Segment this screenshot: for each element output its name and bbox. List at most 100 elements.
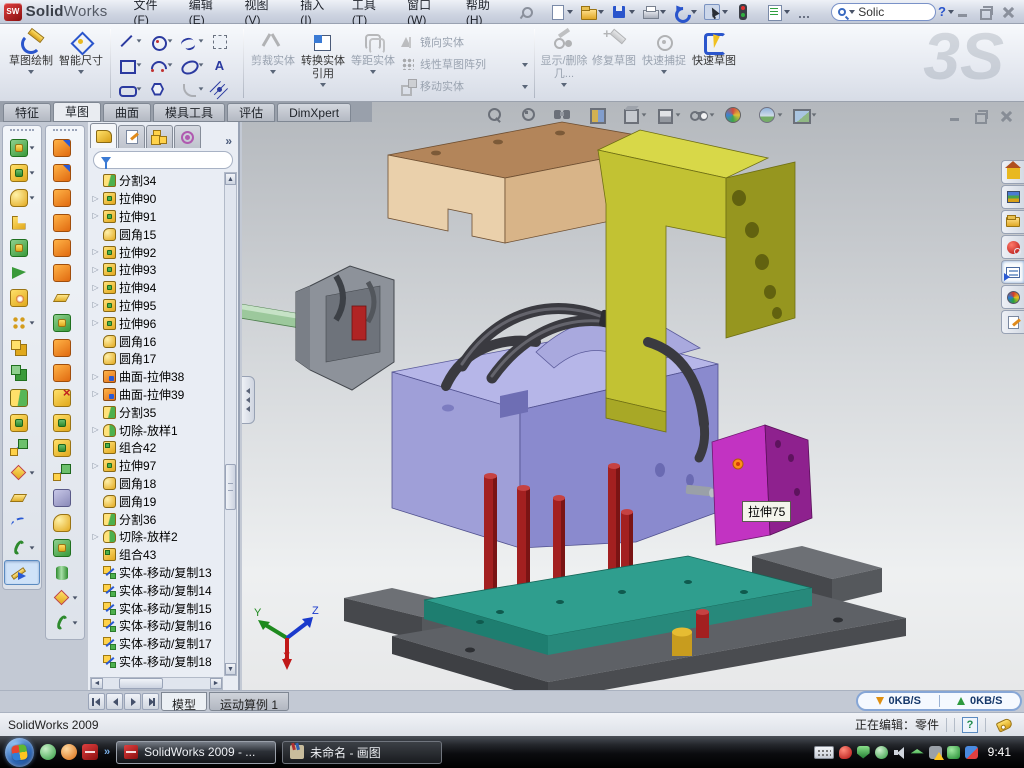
custom-properties-tab[interactable] xyxy=(1001,310,1024,334)
input-method-icon[interactable] xyxy=(814,746,834,759)
last-tab-button[interactable] xyxy=(142,693,159,710)
swept-surface-button[interactable] xyxy=(47,185,83,210)
expand-arrow-icon[interactable]: ▷ xyxy=(91,265,100,275)
tree-item[interactable]: ▷ 圆角18 xyxy=(90,475,223,493)
dimxpertmanager-tab[interactable] xyxy=(174,125,201,148)
offset-entities-button[interactable]: 等距实体 xyxy=(348,27,398,100)
move-copy-body-button[interactable] xyxy=(4,435,40,460)
doc-minimize-button[interactable] xyxy=(948,109,964,123)
tree-item[interactable]: ▷ 实体-移动/复制15 xyxy=(90,599,223,617)
lofted-surface-button[interactable] xyxy=(47,210,83,235)
knit-surface-button[interactable] xyxy=(47,485,83,510)
previous-tab-button[interactable] xyxy=(106,693,123,710)
extruded-boss-button[interactable] xyxy=(4,135,40,160)
spline-tool-button[interactable] xyxy=(181,34,204,49)
sketch-picture-button[interactable] xyxy=(212,34,235,49)
task-solidworks[interactable]: SolidWorks 2009 - ... xyxy=(116,741,276,764)
part-locating-pin[interactable] xyxy=(696,609,709,638)
surface-spline-button[interactable] xyxy=(47,610,83,635)
panel-overflow-chevron[interactable]: » xyxy=(221,134,236,148)
scroll-up-icon[interactable]: ▲ xyxy=(225,173,236,185)
tree-filter-bar[interactable] xyxy=(93,151,233,169)
trim-entities-button[interactable]: 剪裁实体 xyxy=(248,27,298,100)
tree-item[interactable]: ▷ 组合43 xyxy=(90,546,223,564)
open-button[interactable] xyxy=(578,2,606,22)
trim-surface-button[interactable] xyxy=(47,510,83,535)
solidworks-resources-tab[interactable] xyxy=(1001,160,1024,184)
antivirus-shield-icon[interactable] xyxy=(857,746,870,759)
menu-item[interactable]: 编辑(E) xyxy=(189,0,225,27)
solidworks-search-tab[interactable] xyxy=(1001,235,1024,259)
part-slide-block[interactable] xyxy=(712,425,812,545)
panel-splitter-handle[interactable] xyxy=(242,376,255,424)
expand-arrow-icon[interactable]: ▷ xyxy=(91,211,100,221)
move-entities-button[interactable]: 移动实体 xyxy=(398,75,530,97)
offset-surface-button[interactable] xyxy=(47,260,83,285)
updater-icon[interactable] xyxy=(875,746,888,759)
model-tab[interactable]: 运动算例 1 xyxy=(209,692,289,711)
view-settings-icon[interactable] xyxy=(792,106,817,123)
instant3d-button[interactable] xyxy=(4,560,40,585)
thicken-button[interactable] xyxy=(47,335,83,360)
view-orientation-icon[interactable] xyxy=(622,106,647,123)
command-tab[interactable]: DimXpert xyxy=(277,103,351,122)
arc-tool-button[interactable] xyxy=(150,58,173,73)
tree-item[interactable]: ▷ 圆角16 xyxy=(90,332,223,350)
doc-restore-button[interactable] xyxy=(973,109,989,123)
messenger-icon[interactable] xyxy=(40,744,56,760)
command-tab[interactable]: 模具工具 xyxy=(153,103,225,122)
tree-item[interactable]: ▷ 圆角19 xyxy=(90,492,223,510)
network-speed-widget[interactable]: 0KB/S 0KB/S xyxy=(856,691,1022,711)
solidworks-quicklaunch-icon[interactable] xyxy=(82,744,98,760)
featuremanager-tab[interactable] xyxy=(90,123,117,148)
dropdown-caret-icon[interactable] xyxy=(598,10,604,14)
tree-item[interactable]: ▷ 曲面-拉伸39 xyxy=(90,386,223,404)
print-button[interactable] xyxy=(640,2,668,22)
rectangle-tool-button[interactable] xyxy=(119,58,142,73)
restore-button[interactable] xyxy=(978,5,994,19)
ellipse-tool-button[interactable] xyxy=(181,58,204,73)
undo-button[interactable] xyxy=(671,2,699,22)
scroll-down-icon[interactable]: ▼ xyxy=(225,663,236,675)
expand-arrow-icon[interactable]: ▷ xyxy=(91,389,100,399)
tree-item[interactable]: ▷ 实体-移动/复制17 xyxy=(90,635,223,653)
select-button[interactable] xyxy=(702,2,730,22)
menu-item[interactable]: 工具(T) xyxy=(352,0,387,27)
expand-arrow-icon[interactable]: ▷ xyxy=(91,247,100,257)
menu-item[interactable]: 插入(I) xyxy=(300,0,332,27)
tree-item[interactable]: ▷ 拉伸97 xyxy=(90,457,223,475)
expand-arrow-icon[interactable]: ▷ xyxy=(91,532,100,542)
polygon-tool-button[interactable] xyxy=(150,82,173,97)
tree-item[interactable]: ▷ 实体-移动/复制14 xyxy=(90,581,223,599)
split-button[interactable] xyxy=(4,385,40,410)
doc-close-button[interactable] xyxy=(998,109,1014,123)
expand-arrow-icon[interactable]: ▷ xyxy=(91,318,100,328)
curve-button[interactable] xyxy=(4,510,40,535)
untrim-surface-button[interactable] xyxy=(47,460,83,485)
tree-item[interactable]: ▷ 拉伸92 xyxy=(90,243,223,261)
mirror-entities-button[interactable]: 镜向实体 xyxy=(398,31,530,53)
network-warning-icon[interactable] xyxy=(929,746,942,759)
hide-show-items-icon[interactable] xyxy=(690,106,715,123)
tree-item[interactable]: ▷ 拉伸96 xyxy=(90,314,223,332)
first-tab-button[interactable] xyxy=(88,693,105,710)
tree-item[interactable]: ▷ 拉伸93 xyxy=(90,261,223,279)
tree-item[interactable]: ▷ 圆角17 xyxy=(90,350,223,368)
close-button[interactable] xyxy=(1000,5,1016,19)
view-previous-icon[interactable] xyxy=(554,106,579,123)
tree-item[interactable]: ▷ 实体-移动/复制18 xyxy=(90,653,223,671)
dropdown-caret-icon[interactable] xyxy=(691,10,697,14)
command-tab[interactable]: 特征 xyxy=(3,103,51,122)
edit-appearance-icon[interactable] xyxy=(724,106,749,123)
security-alert-icon[interactable] xyxy=(839,746,852,759)
file-explorer-tab[interactable] xyxy=(1001,210,1024,234)
toolbar-overflow-icon[interactable] xyxy=(795,2,823,22)
start-button[interactable] xyxy=(5,738,34,767)
command-tab[interactable]: 曲面 xyxy=(103,103,151,122)
search-input[interactable] xyxy=(858,5,920,19)
extend-surface-button[interactable] xyxy=(47,435,83,460)
swept-pipe-button[interactable] xyxy=(47,360,83,385)
tree-horizontal-scrollbar[interactable]: ◄ ► xyxy=(90,677,223,690)
zoom-fit-icon[interactable] xyxy=(486,106,511,123)
pattern-button[interactable] xyxy=(4,310,40,335)
